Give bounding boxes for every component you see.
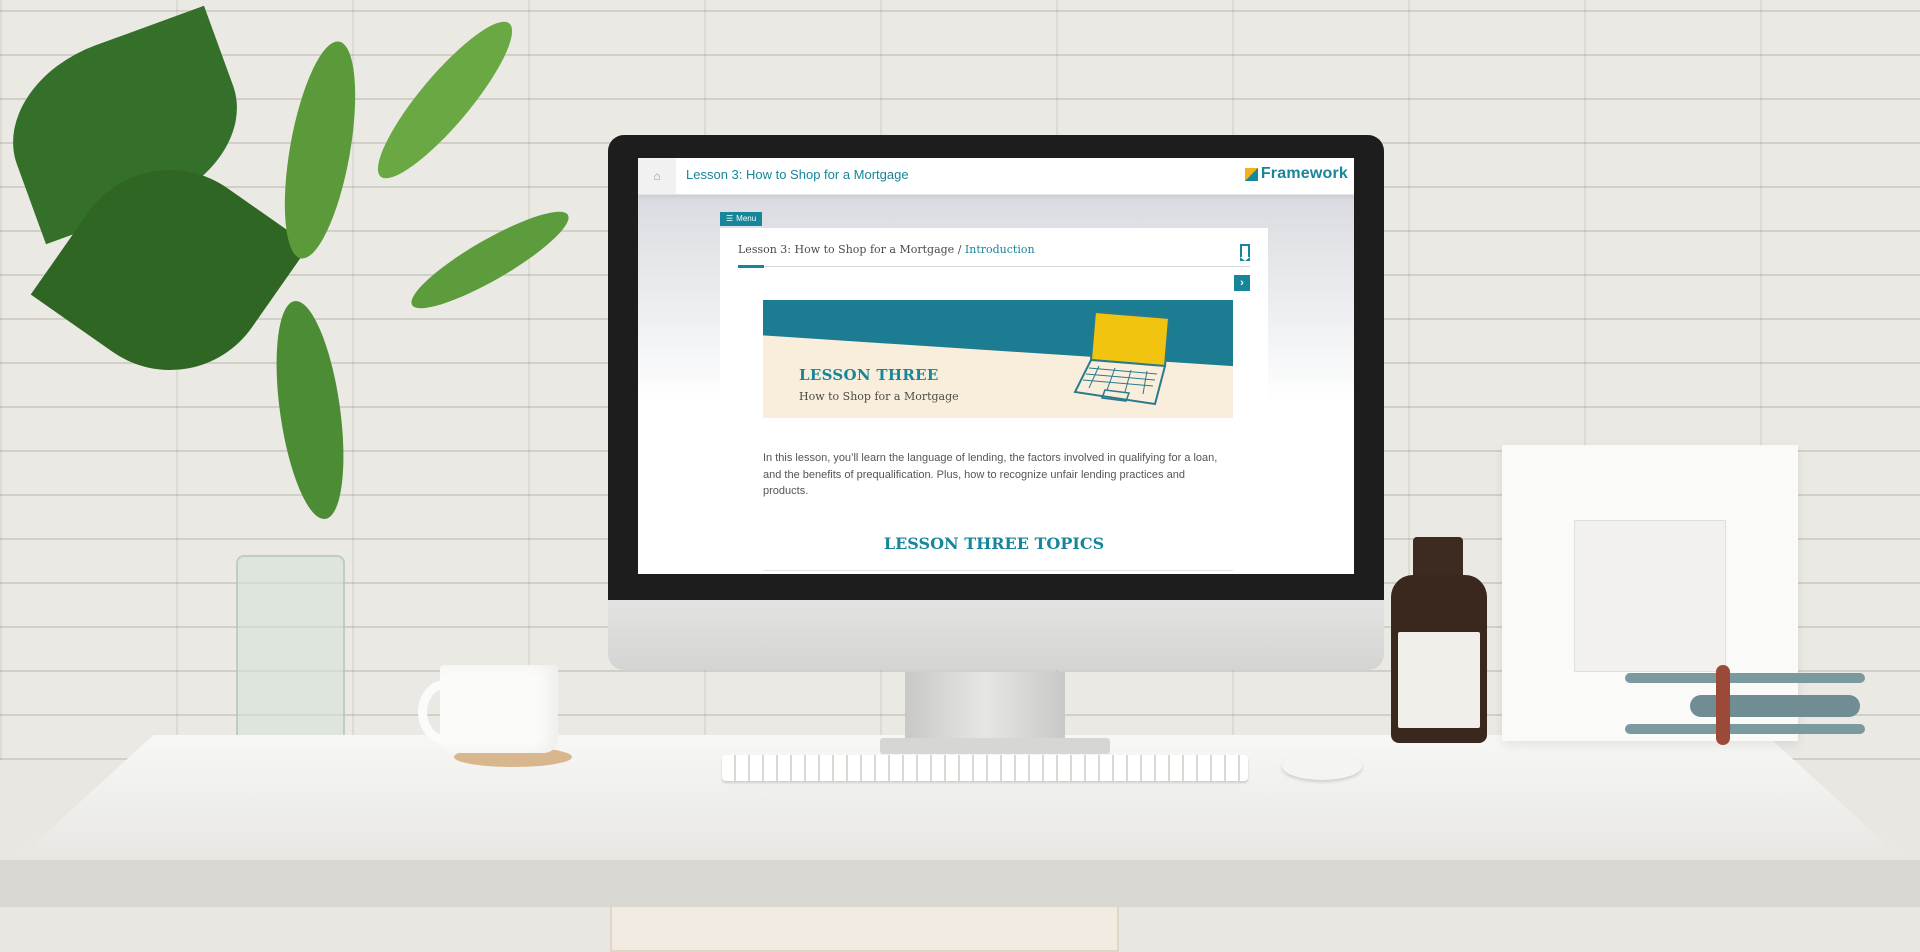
- brand-logo[interactable]: Framework: [1244, 165, 1348, 183]
- chevron-right-icon: ›: [1240, 277, 1244, 289]
- section-progress-bar: [738, 265, 764, 268]
- hamburger-icon: ☰: [726, 214, 734, 223]
- banner-title: LESSON THREE: [799, 366, 939, 384]
- breadcrumb-lesson[interactable]: Lesson 3: How to Shop for a Mortgage: [738, 243, 954, 256]
- top-bar: ⌂ Lesson 3: How to Shop for a Mortgage F…: [638, 158, 1354, 195]
- menu-label: Menu: [736, 214, 757, 223]
- lesson-card: Lesson 3: How to Shop for a Mortgage / I…: [720, 228, 1268, 574]
- lesson-banner: LESSON THREE How to Shop for a Mortgage: [763, 300, 1233, 418]
- breadcrumb-separator: /: [957, 243, 962, 256]
- bookmark-icon[interactable]: [1240, 244, 1250, 261]
- next-button[interactable]: ›: [1234, 275, 1250, 291]
- monitor-screen: ⌂ Lesson 3: How to Shop for a Mortgage F…: [638, 158, 1354, 574]
- lesson-content: ☰ Menu Lesson 3: How to Shop for a Mortg…: [638, 194, 1354, 574]
- framework-logo-icon: [1244, 167, 1258, 181]
- keyboard: [722, 755, 1248, 781]
- home-button[interactable]: ⌂: [638, 158, 676, 194]
- breadcrumb-divider: [738, 266, 1250, 267]
- home-icon: ⌂: [653, 169, 661, 183]
- menu-button[interactable]: ☰ Menu: [720, 212, 763, 226]
- breadcrumb: Lesson 3: How to Shop for a Mortgage / I…: [738, 243, 1035, 256]
- intro-paragraph: In this lesson, you’ll learn the languag…: [763, 452, 1218, 497]
- breadcrumb-current: Introduction: [964, 243, 1035, 256]
- banner-subtitle: How to Shop for a Mortgage: [799, 390, 959, 403]
- desk-edge: [0, 860, 1920, 907]
- laptop-illustration: [1073, 310, 1171, 406]
- mouse: [1282, 752, 1362, 780]
- course-title: Lesson 3: How to Shop for a Mortgage: [686, 167, 909, 182]
- topics-heading: LESSON THREE TOPICS: [883, 534, 1105, 553]
- topics-list: [763, 570, 1233, 574]
- brand-name: Framework: [1260, 165, 1348, 182]
